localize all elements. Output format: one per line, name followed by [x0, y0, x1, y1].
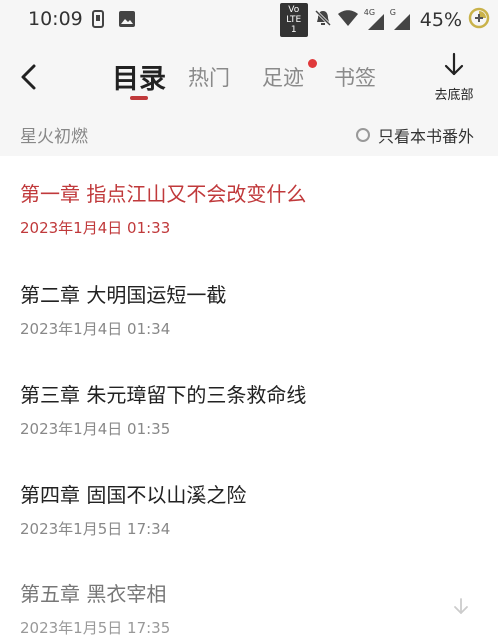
top-nav: 目录 热门 足迹 书签 去底部 — [0, 40, 498, 114]
go-to-bottom-label: 去底部 — [434, 88, 474, 103]
chapter-title: 第五章 黑衣宰相 — [20, 582, 167, 606]
phone-notification-icon — [92, 10, 104, 32]
tab-bookmarks[interactable]: 书签 — [334, 62, 376, 92]
chapter-title: 第三章 朱元璋留下的三条救命线 — [20, 383, 307, 407]
battery-percent: 45% — [419, 9, 462, 31]
mute-bell-icon — [314, 9, 332, 31]
chapter-item[interactable]: 第二章 大明国运短一截 2023年1月4日 01:34 — [20, 279, 480, 339]
footprints-badge — [308, 59, 317, 68]
tab-popular[interactable]: 热门 — [188, 62, 230, 92]
active-tab-indicator — [130, 96, 148, 100]
volte-icon: Vo LTE 1 — [279, 3, 308, 37]
status-time: 10:09 — [28, 8, 83, 30]
status-icons: Vo LTE 1 4G G 45% — [279, 3, 490, 37]
wifi-icon — [337, 9, 358, 31]
chapter-item[interactable]: 第四章 固国不以山溪之险 2023年1月5日 17:34 — [20, 479, 480, 539]
go-to-bottom-button[interactable]: 去底部 — [426, 52, 482, 103]
tab-footprints[interactable]: 足迹 — [262, 62, 304, 92]
chapter-title: 第四章 固国不以山溪之险 — [20, 483, 247, 507]
signal-4g-icon: 4G — [364, 8, 384, 30]
extras-only-label: 只看本书番外 — [377, 127, 474, 146]
chapter-item[interactable]: 第三章 朱元璋留下的三条救命线 2023年1月4日 01:35 — [20, 379, 480, 439]
status-bar: 10:09 Vo LTE 1 4G G 45% — [0, 0, 498, 40]
chapter-title: 第一章 指点江山又不会改变什么 — [20, 182, 307, 206]
signal-g-icon: G — [390, 8, 410, 30]
chapter-date: 2023年1月4日 01:35 — [20, 420, 171, 438]
scroll-down-icon[interactable] — [450, 596, 472, 618]
book-header: 星火初燃 只看本书番外 — [0, 114, 498, 156]
chapter-date: 2023年1月5日 17:34 — [20, 520, 171, 538]
extras-only-toggle[interactable]: 只看本书番外 — [355, 123, 474, 147]
arrow-down-icon — [444, 52, 464, 76]
chapter-item[interactable]: 第五章 黑衣宰相 2023年1月5日 17:35 — [20, 578, 480, 638]
chapter-item[interactable]: 第一章 指点江山又不会改变什么 2023年1月4日 01:33 — [20, 178, 480, 238]
book-title: 星火初燃 — [20, 127, 88, 147]
battery-icon — [468, 7, 490, 33]
back-arrow-icon[interactable] — [14, 60, 44, 94]
chapter-date: 2023年1月5日 17:35 — [20, 619, 171, 637]
chapter-title: 第二章 大明国运短一截 — [20, 283, 227, 307]
chapter-date: 2023年1月4日 01:33 — [20, 219, 171, 237]
chapter-date: 2023年1月4日 01:34 — [20, 320, 171, 338]
radio-button[interactable] — [355, 128, 370, 142]
image-notification-icon — [118, 10, 136, 32]
tab-catalog[interactable]: 目录 — [112, 57, 166, 96]
